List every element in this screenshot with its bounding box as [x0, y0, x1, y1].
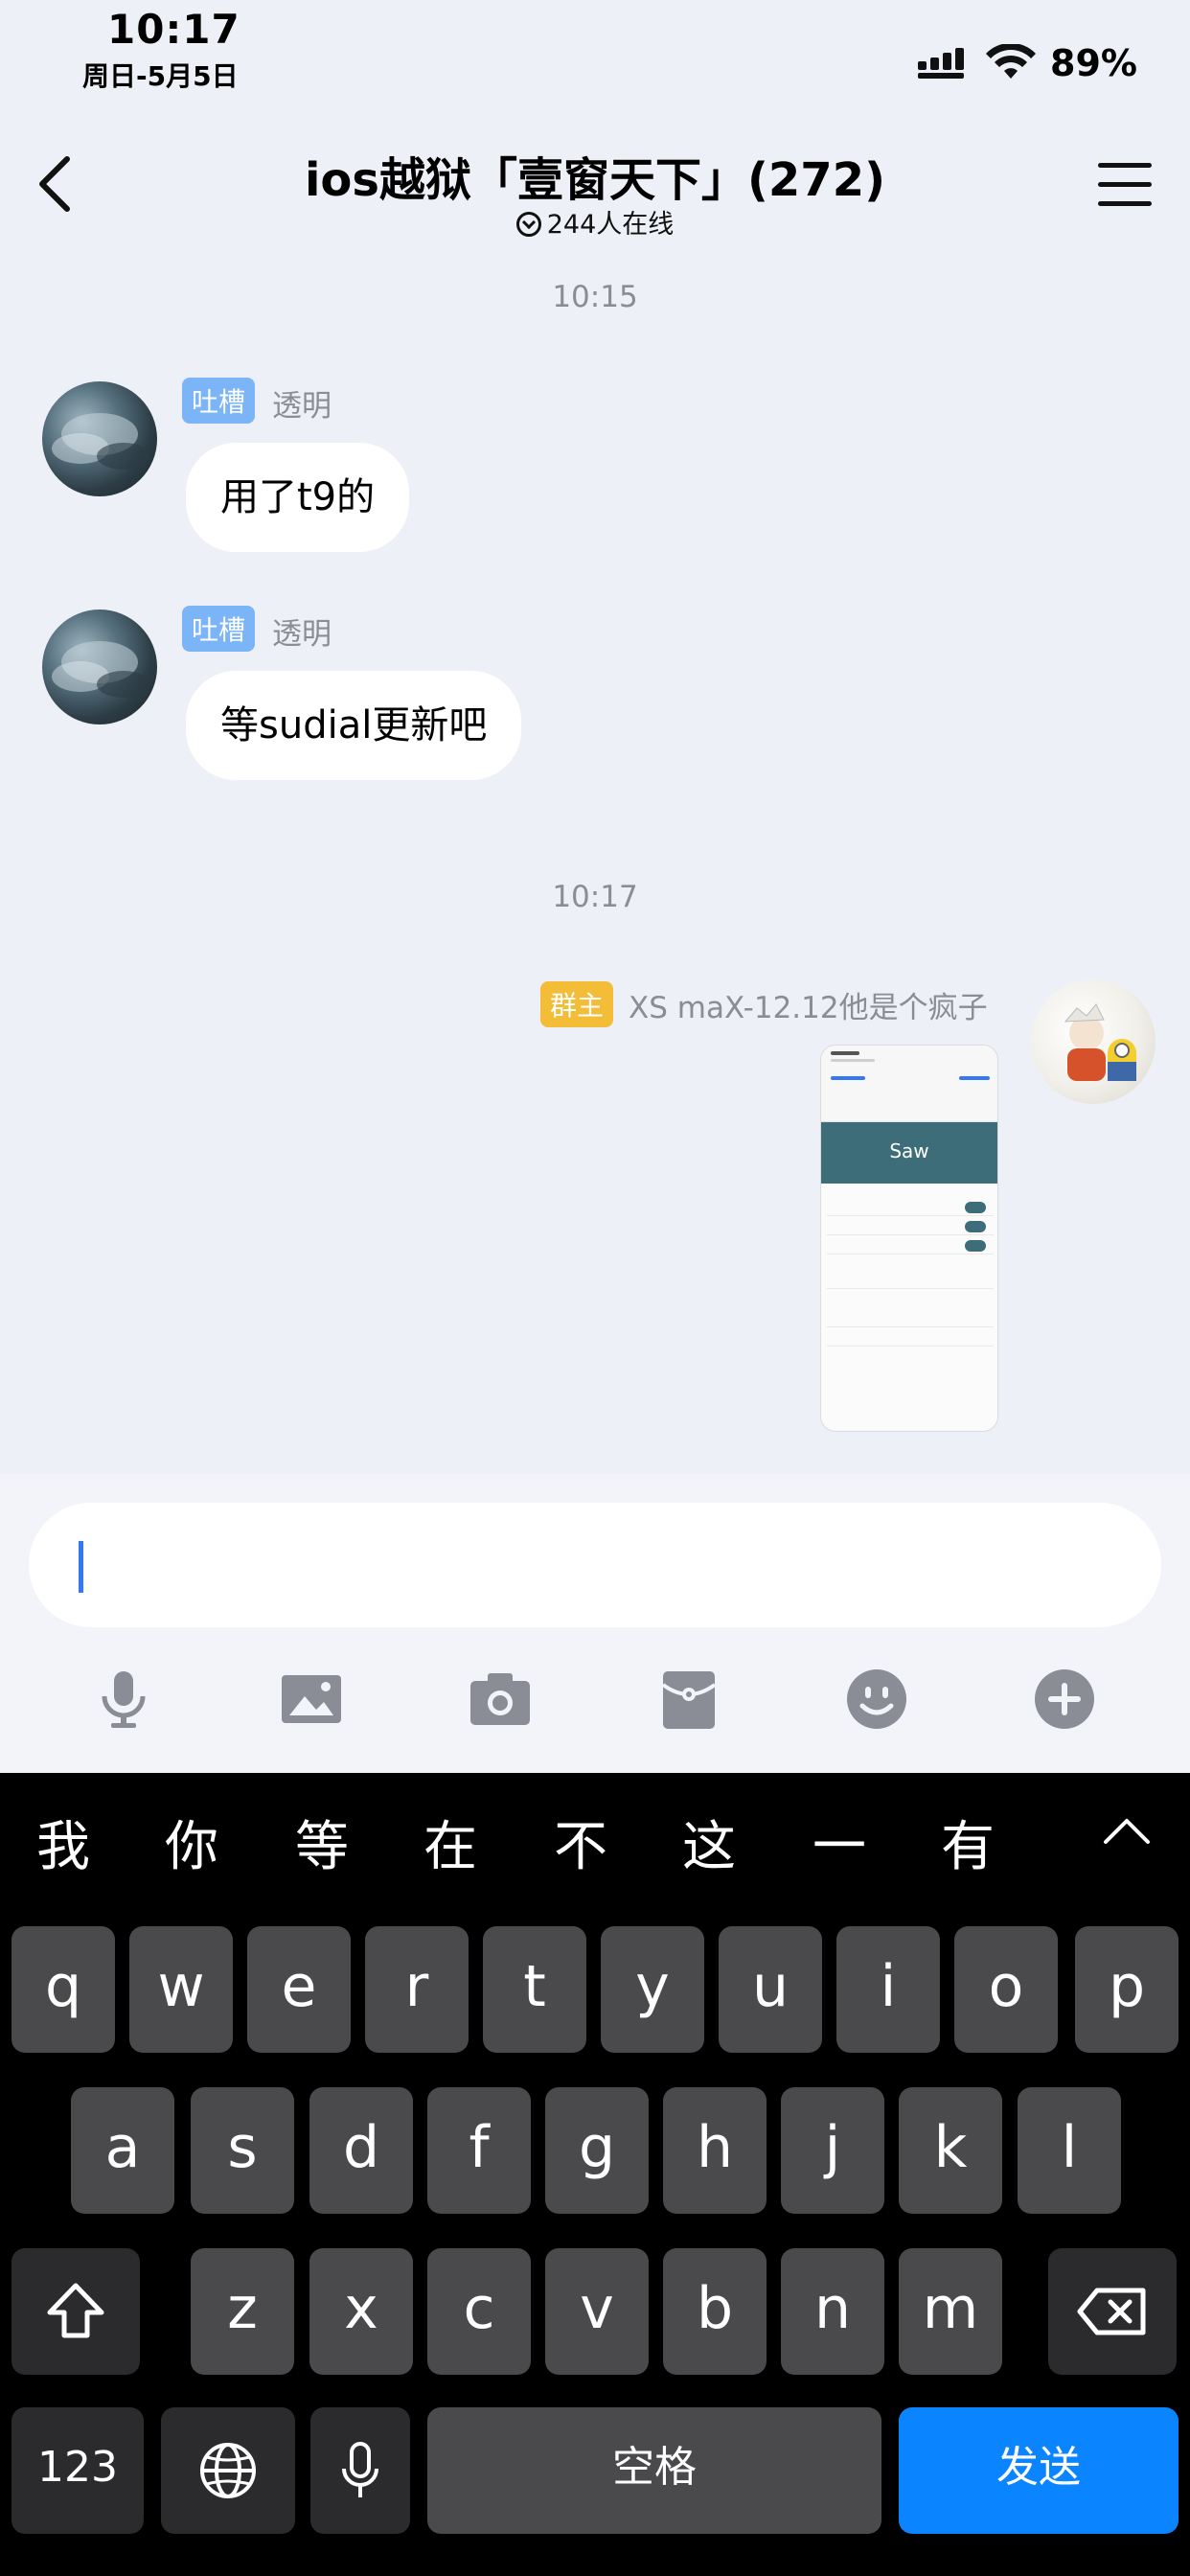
red-packet-icon[interactable]: [655, 1666, 722, 1733]
candidate-word[interactable]: 一: [791, 1804, 887, 1881]
key-e[interactable]: e: [247, 1926, 351, 2053]
key-s[interactable]: s: [191, 2087, 294, 2214]
image-banner: Saw: [821, 1122, 997, 1184]
key-w[interactable]: w: [129, 1926, 233, 2053]
delete-key[interactable]: [1048, 2248, 1177, 2375]
member-badge: 吐槽: [182, 606, 256, 652]
globe-key[interactable]: [161, 2407, 295, 2534]
image-icon[interactable]: [278, 1666, 345, 1733]
numbers-key[interactable]: 123: [11, 2407, 144, 2534]
candidate-word[interactable]: 有: [920, 1804, 1016, 1881]
cellular-signal-icon: [918, 48, 968, 84]
key-q[interactable]: q: [11, 1926, 115, 2053]
key-n[interactable]: n: [781, 2248, 884, 2375]
candidate-word[interactable]: 你: [144, 1804, 240, 1881]
camera-icon[interactable]: [467, 1666, 534, 1733]
message-timestamp: 10:15: [552, 280, 638, 314]
candidate-bar: 我 你 等 在 不 这 一 有: [0, 1804, 1190, 1880]
key-b[interactable]: b: [663, 2248, 767, 2375]
candidate-word[interactable]: 这: [661, 1804, 757, 1881]
message-bubble[interactable]: 用了t9的: [186, 443, 410, 552]
member-badge: 吐槽: [182, 378, 256, 424]
status-date: 周日-5月5日: [82, 60, 239, 92]
avatar[interactable]: [42, 381, 157, 496]
candidate-word[interactable]: 我: [15, 1804, 111, 1881]
sender-name[interactable]: 透明: [272, 381, 332, 425]
wifi-icon: [985, 42, 1037, 86]
key-p[interactable]: p: [1075, 1926, 1179, 2053]
key-f[interactable]: f: [427, 2087, 531, 2214]
key-z[interactable]: z: [191, 2248, 294, 2375]
menu-icon: [1098, 163, 1152, 168]
key-r[interactable]: r: [365, 1926, 469, 2053]
key-x[interactable]: x: [309, 2248, 413, 2375]
candidate-word[interactable]: 在: [402, 1804, 498, 1881]
microphone-icon: [342, 2442, 378, 2498]
battery-percentage: 89%: [1050, 42, 1137, 84]
sender-name[interactable]: XS maX-12.12他是个疯子: [629, 983, 988, 1026]
key-g[interactable]: g: [545, 2087, 649, 2214]
message-bubble[interactable]: 等sudial更新吧: [186, 671, 522, 780]
key-l[interactable]: l: [1018, 2087, 1121, 2214]
dictation-key[interactable]: [310, 2407, 410, 2534]
key-o[interactable]: o: [954, 1926, 1058, 2053]
key-m[interactable]: m: [899, 2248, 1002, 2375]
shift-key[interactable]: [11, 2248, 140, 2375]
key-j[interactable]: j: [781, 2087, 884, 2214]
shared-image[interactable]: Saw: [820, 1045, 998, 1432]
avatar[interactable]: [42, 610, 157, 724]
key-c[interactable]: c: [427, 2248, 531, 2375]
avatar[interactable]: [1031, 979, 1156, 1104]
key-u[interactable]: u: [719, 1926, 822, 2053]
text-caret: [79, 1541, 83, 1593]
message-input[interactable]: [29, 1503, 1161, 1627]
online-count: 244人在线: [0, 203, 1190, 241]
key-t[interactable]: t: [483, 1926, 586, 2053]
send-key[interactable]: 发送: [899, 2407, 1179, 2534]
key-a[interactable]: a: [71, 2087, 174, 2214]
key-v[interactable]: v: [545, 2248, 649, 2375]
emoji-icon[interactable]: [843, 1666, 910, 1733]
key-h[interactable]: h: [663, 2087, 767, 2214]
status-time: 10:17: [107, 6, 240, 53]
key-i[interactable]: i: [836, 1926, 940, 2053]
online-count-text: 244人在线: [546, 210, 675, 240]
candidate-word[interactable]: 不: [533, 1804, 629, 1881]
chevron-up-icon[interactable]: [1102, 1817, 1152, 1850]
microphone-icon[interactable]: [90, 1666, 157, 1733]
plus-icon[interactable]: [1031, 1666, 1098, 1733]
sender-name[interactable]: 透明: [272, 610, 332, 653]
key-y[interactable]: y: [601, 1926, 704, 2053]
shift-icon: [47, 2283, 104, 2338]
candidate-word[interactable]: 等: [274, 1804, 370, 1881]
space-key[interactable]: 空格: [427, 2407, 881, 2534]
globe-icon: [200, 2443, 256, 2499]
owner-badge: 群主: [540, 981, 614, 1027]
key-k[interactable]: k: [899, 2087, 1002, 2214]
chat-title: ios越狱「壹窗天下」(272): [304, 153, 886, 207]
online-icon: [515, 212, 541, 237]
key-d[interactable]: d: [309, 2087, 413, 2214]
menu-button[interactable]: [1098, 163, 1152, 215]
backspace-icon: [1077, 2288, 1146, 2335]
message-timestamp: 10:17: [552, 880, 638, 914]
